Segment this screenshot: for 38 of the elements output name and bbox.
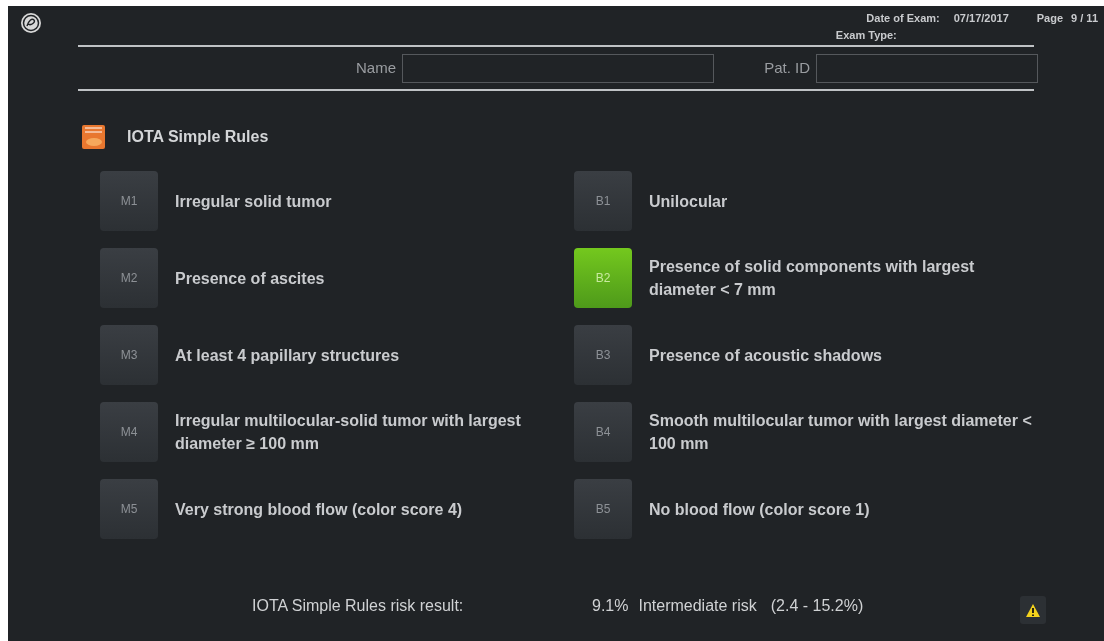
risk-category: Intermediate risk [638,596,757,616]
rule-toggle-button[interactable]: M5 [100,479,158,539]
logo-icon [20,12,42,34]
page-label: Page [1036,11,1064,26]
page-number: 9 / 11 [1071,11,1098,26]
risk-result-label: IOTA Simple Rules risk result: [252,596,465,616]
rule-toggle-button[interactable]: B1 [574,171,632,231]
risk-range: (2.4 - 15.2%) [770,596,864,616]
rule-description: No blood flow (color score 1) [649,499,870,520]
rule-toggle-button[interactable]: M4 [100,402,158,462]
rule-description: Irregular multilocular-solid tumor with largest diameter ≥ 100 mm [175,411,522,454]
patient-id-label: Pat. ID [763,58,810,79]
rule-toggle-button[interactable]: B2 [574,248,632,308]
exam-type-label: Exam Type: [835,27,897,43]
rule-description: Very strong blood flow (color score 4) [175,499,463,520]
rule-description: Irregular solid tumor [175,191,332,212]
iota-app-icon [82,125,105,149]
rule-description: Unilocular [649,191,728,212]
rule-toggle-button[interactable]: M2 [100,248,158,308]
rule-description: Smooth multilocular tumor with largest diameter < 100 mm [649,411,1033,454]
rule-toggle-button[interactable]: M3 [100,325,158,385]
warning-button[interactable] [1020,596,1046,624]
patient-id-field[interactable] [816,54,1038,83]
warning-icon [1025,602,1041,618]
name-field[interactable] [402,54,714,83]
rule-description: Presence of solid components with largest diameter < 7 mm [649,257,976,300]
risk-percent: 9.1% [592,596,629,616]
rule-toggle-button[interactable]: B5 [574,479,632,539]
name-label: Name [355,58,396,79]
exam-date-value: 07/17/2017 [953,11,1009,26]
rule-toggle-button[interactable]: B4 [574,402,632,462]
rule-toggle-button[interactable]: M1 [100,171,158,231]
rule-toggle-button[interactable]: B3 [574,325,632,385]
exam-date-label: Date of Exam: [866,11,940,26]
rule-description: Presence of ascites [175,268,325,289]
section-title: IOTA Simple Rules [127,127,269,147]
rule-description: Presence of acoustic shadows [649,345,882,366]
rule-description: At least 4 papillary structures [175,345,400,366]
